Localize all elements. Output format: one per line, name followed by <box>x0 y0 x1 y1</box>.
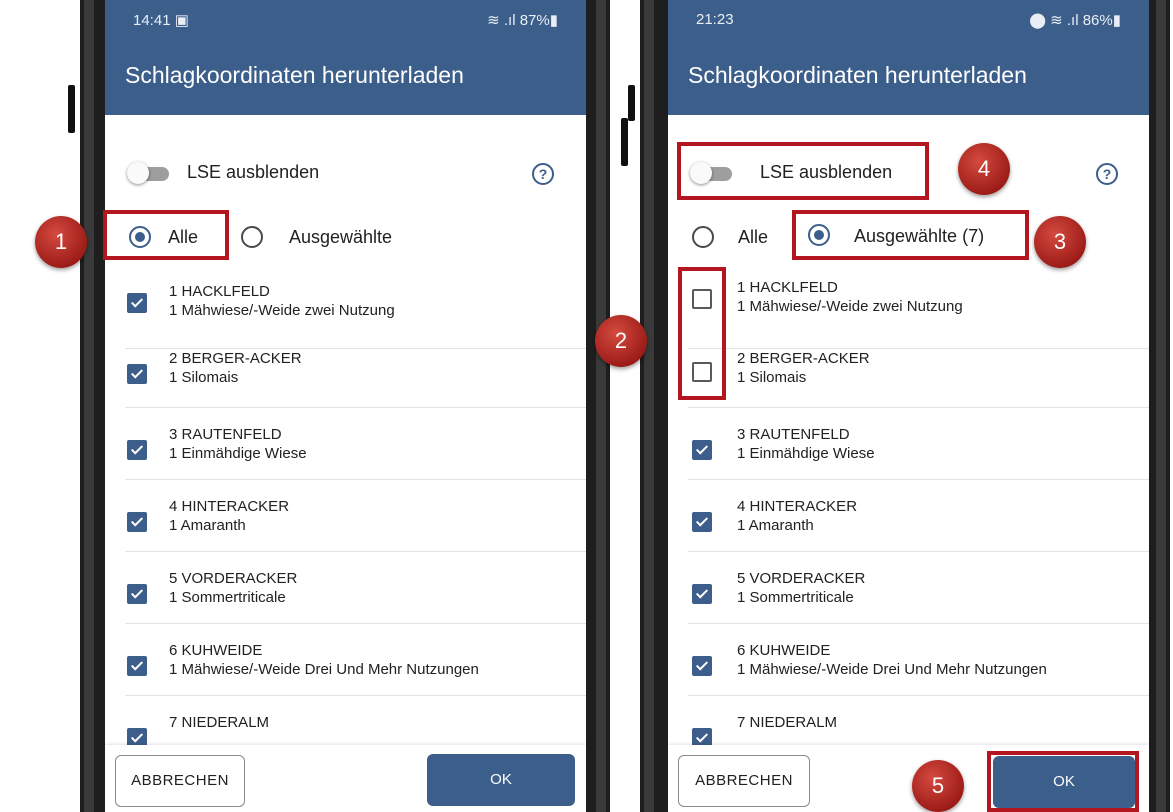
step-badge-2: 2 <box>595 315 647 367</box>
left-phone-screen: 14:41 ▣ ≋ .ıl 87%▮ Schlagkoordinaten her… <box>105 0 586 812</box>
item-checkbox[interactable] <box>692 584 712 604</box>
field-name: 7 NIEDERALM <box>169 714 270 731</box>
field-crop: 1 Sommertriticale <box>169 589 286 606</box>
highlight-ok-button <box>987 751 1139 812</box>
list-item[interactable]: 4 HINTERACKER 1 Amaranth <box>668 480 1149 552</box>
toggle-knob <box>127 162 149 184</box>
field-name: 1 HACKLFELD <box>169 283 270 300</box>
field-crop: 1 Mähwiese/-Weide zwei Nutzung <box>169 302 395 319</box>
item-checkbox[interactable] <box>127 293 147 313</box>
item-checkbox[interactable] <box>127 656 147 676</box>
status-time: 14:41 ▣ <box>133 12 189 29</box>
field-name: 2 BERGER-ACKER <box>737 350 870 367</box>
lse-toggle[interactable] <box>127 162 171 184</box>
field-crop: 1 Silomais <box>169 369 239 386</box>
step-badge-5: 5 <box>912 760 964 812</box>
ok-button[interactable]: OK <box>427 754 575 806</box>
status-indicators: ≋ .ıl 87%▮ <box>487 12 558 29</box>
field-name: 2 BERGER-ACKER <box>169 350 302 367</box>
list-item[interactable]: 4 HINTERACKER 1 Amaranth <box>105 480 586 552</box>
item-checkbox[interactable] <box>127 584 147 604</box>
list-item[interactable]: 3 RAUTENFELD 1 Einmähdige Wiese <box>105 408 586 480</box>
field-crop: 1 Mähwiese/-Weide zwei Nutzung <box>737 298 963 315</box>
field-name: 4 HINTERACKER <box>737 498 858 515</box>
right-phone-side-button <box>628 85 635 121</box>
list-item[interactable]: 2 BERGER-ACKER 1 Silomais <box>668 336 1149 408</box>
list-item[interactable]: 5 VORDERACKER 1 Sommertriticale <box>105 552 586 624</box>
cancel-button[interactable]: ABBRECHEN <box>678 755 810 807</box>
list-item[interactable]: 3 RAUTENFELD 1 Einmähdige Wiese <box>668 408 1149 480</box>
radio-selected-label[interactable]: Ausgewählte <box>289 227 392 248</box>
highlight-radio-selected <box>792 210 1029 260</box>
app-bar: Schlagkoordinaten herunterladen <box>105 40 586 115</box>
page-title: Schlagkoordinaten herunterladen <box>688 62 1027 88</box>
status-time: 21:23 <box>696 11 734 28</box>
field-name: 5 VORDERACKER <box>737 570 866 587</box>
field-name: 6 KUHWEIDE <box>737 642 831 659</box>
item-checkbox[interactable] <box>692 512 712 532</box>
list-item[interactable]: 5 VORDERACKER 1 Sommertriticale <box>668 552 1149 624</box>
field-name: 5 VORDERACKER <box>169 570 298 587</box>
field-name: 1 HACKLFELD <box>737 279 838 296</box>
step-badge-1: 1 <box>35 216 87 268</box>
status-indicators: ⬤ ≋ .ıl 86%▮ <box>1029 12 1121 29</box>
step-badge-4: 4 <box>958 143 1010 195</box>
field-name: 4 HINTERACKER <box>169 498 290 515</box>
field-crop: 1 Amaranth <box>169 517 246 534</box>
left-phone-side-button <box>68 85 75 133</box>
radio-all[interactable] <box>692 226 714 248</box>
field-crop: 1 Silomais <box>737 369 807 386</box>
field-crop: 1 Mähwiese/-Weide Drei Und Mehr Nutzunge… <box>737 661 1047 678</box>
field-name: 3 RAUTENFELD <box>737 426 850 443</box>
field-crop: 1 Einmähdige Wiese <box>169 445 307 462</box>
cancel-button[interactable]: ABBRECHEN <box>115 755 245 807</box>
field-name: 6 KUHWEIDE <box>169 642 263 659</box>
radio-selected[interactable] <box>241 226 263 248</box>
field-name: 3 RAUTENFELD <box>169 426 282 443</box>
field-crop: 1 Mähwiese/-Weide Drei Und Mehr Nutzunge… <box>169 661 479 678</box>
step-badge-3: 3 <box>1034 216 1086 268</box>
radio-all-label[interactable]: Alle <box>738 227 768 248</box>
highlight-toggle <box>677 142 929 200</box>
item-checkbox[interactable] <box>127 512 147 532</box>
field-name: 7 NIEDERALM <box>737 714 838 731</box>
list-item[interactable]: 6 KUHWEIDE 1 Mähwiese/-Weide Drei Und Me… <box>105 624 586 696</box>
item-checkbox[interactable] <box>127 440 147 460</box>
item-checkbox[interactable] <box>692 656 712 676</box>
right-phone-screen: 21:23 ⬤ ≋ .ıl 86%▮ Schlagkoordinaten her… <box>668 0 1149 812</box>
field-crop: 1 Sommertriticale <box>737 589 854 606</box>
status-bar: 14:41 ▣ ≋ .ıl 87%▮ <box>105 0 586 40</box>
item-checkbox[interactable] <box>692 440 712 460</box>
dialog-footer: ABBRECHEN OK <box>105 745 586 812</box>
help-icon[interactable]: ? <box>532 163 554 185</box>
right-phone-side-button-2 <box>621 118 628 166</box>
page-title: Schlagkoordinaten herunterladen <box>125 62 464 88</box>
lse-toggle-label: LSE ausblenden <box>187 162 320 182</box>
field-crop: 1 Einmähdige Wiese <box>737 445 875 462</box>
status-bar: 21:23 ⬤ ≋ .ıl 86%▮ <box>668 0 1149 40</box>
list-item[interactable]: 2 BERGER-ACKER 1 Silomais <box>105 336 586 408</box>
item-checkbox[interactable] <box>127 364 147 384</box>
highlight-checkboxes <box>678 267 726 400</box>
highlight-radio-all <box>103 210 229 260</box>
app-bar: Schlagkoordinaten herunterladen <box>668 40 1149 115</box>
help-icon[interactable]: ? <box>1096 163 1118 185</box>
list-item[interactable]: 6 KUHWEIDE 1 Mähwiese/-Weide Drei Und Me… <box>668 624 1149 696</box>
field-crop: 1 Amaranth <box>737 517 814 534</box>
